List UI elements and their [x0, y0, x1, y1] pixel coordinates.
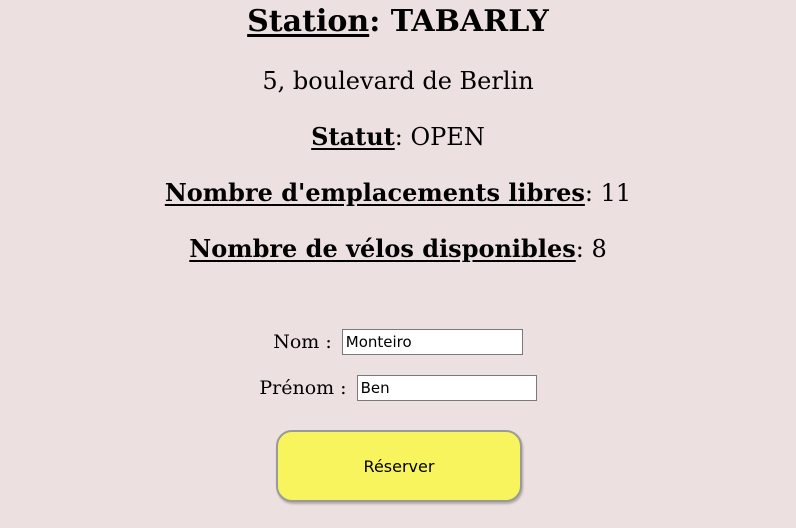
status-label: Statut	[311, 122, 395, 151]
prenom-row: Prénom :	[0, 374, 796, 401]
prenom-label: Prénom :	[259, 377, 347, 399]
nom-label: Nom :	[273, 331, 332, 353]
available-bikes: Nombre de vélos disponibles: 8	[0, 234, 796, 264]
station-name: TABARLY	[390, 4, 549, 39]
available-bikes-label: Nombre de vélos disponibles	[189, 234, 576, 263]
nom-row: Nom :	[0, 328, 796, 355]
station-address: 5, boulevard de Berlin	[262, 67, 534, 95]
free-slots-label: Nombre d'emplacements libres	[164, 178, 585, 207]
station-panel: Station: TABARLY 5, boulevard de Berlin …	[0, 0, 796, 528]
station-status: Statut: OPEN	[0, 122, 796, 152]
prenom-input[interactable]	[356, 375, 537, 401]
free-slots: Nombre d'emplacements libres: 11	[0, 178, 796, 208]
station-title-key: Station	[247, 4, 370, 39]
station-title: Station: TABARLY	[0, 4, 796, 40]
status-value: : OPEN	[394, 123, 485, 151]
available-bikes-value: : 8	[575, 235, 607, 263]
station-title-separator: :	[369, 4, 381, 39]
free-slots-value: : 11	[584, 179, 632, 207]
reserve-button[interactable]: Réserver	[276, 430, 522, 502]
nom-input[interactable]	[341, 329, 523, 355]
